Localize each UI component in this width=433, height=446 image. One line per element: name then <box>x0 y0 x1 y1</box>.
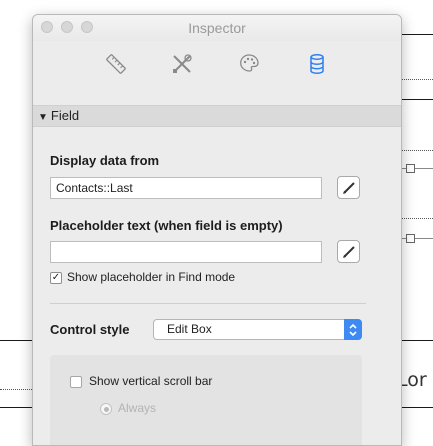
find-mode-checkbox[interactable]: ✓ <box>50 272 62 284</box>
layout-line <box>400 340 433 341</box>
specify-field-button[interactable] <box>337 176 360 199</box>
placeholder-label: Placeholder text (when field is empty) <box>50 218 283 233</box>
vertical-scroll-bar-label: Show vertical scroll bar <box>89 374 213 388</box>
layout-line <box>0 340 32 341</box>
layout-dotted-line <box>0 389 32 390</box>
layout-line <box>400 407 433 408</box>
pencil-icon <box>342 245 355 258</box>
layout-dotted-line <box>400 218 433 219</box>
position-tab[interactable] <box>102 51 130 77</box>
field-resize-handle[interactable] <box>406 234 415 243</box>
inspector-window: Inspector ▼ Field Display data from Cont… <box>32 14 402 446</box>
always-label: Always <box>118 401 157 415</box>
appearance-tab[interactable] <box>235 51 263 77</box>
scroll-bar-options-group: Show vertical scroll bar Always <box>50 355 362 445</box>
title-bar[interactable]: Inspector <box>33 15 401 41</box>
inspector-toolbar <box>33 41 401 85</box>
data-tab[interactable] <box>303 51 331 77</box>
disclosure-triangle-icon[interactable]: ▼ <box>38 112 48 123</box>
ruler-icon <box>106 54 126 74</box>
edit-placeholder-button[interactable] <box>337 240 360 263</box>
select-stepper-icon <box>344 319 362 340</box>
section-divider <box>50 303 366 304</box>
layout-line <box>400 99 433 100</box>
display-data-field[interactable]: Contacts::Last <box>50 177 322 199</box>
layout-line <box>0 407 32 408</box>
layout-dotted-line <box>400 150 433 151</box>
display-data-label: Display data from <box>50 153 160 168</box>
control-style-select[interactable]: Edit Box <box>153 319 362 340</box>
styles-tab[interactable] <box>168 51 196 77</box>
database-icon <box>310 54 324 74</box>
layout-line <box>400 34 433 35</box>
control-style-value: Edit Box <box>167 322 212 336</box>
field-section-header[interactable]: ▼ Field <box>33 105 401 127</box>
layout-field-line <box>400 168 433 169</box>
always-radio-button[interactable] <box>100 403 112 415</box>
layout-dotted-line <box>400 79 433 80</box>
vertical-scroll-bar-checkbox[interactable] <box>70 376 82 388</box>
section-title: Field <box>50 108 80 123</box>
control-style-label: Control style <box>50 322 130 337</box>
wrench-screwdriver-icon <box>173 54 192 73</box>
layout-field-line <box>400 238 433 239</box>
placeholder-text-field[interactable] <box>50 241 322 263</box>
field-resize-handle[interactable] <box>406 164 415 173</box>
window-title: Inspector <box>188 20 246 36</box>
palette-icon <box>240 54 259 72</box>
checkmark-icon: ✓ <box>51 272 61 283</box>
pencil-icon <box>342 181 355 194</box>
find-mode-label: Show placeholder in Find mode <box>67 270 236 284</box>
